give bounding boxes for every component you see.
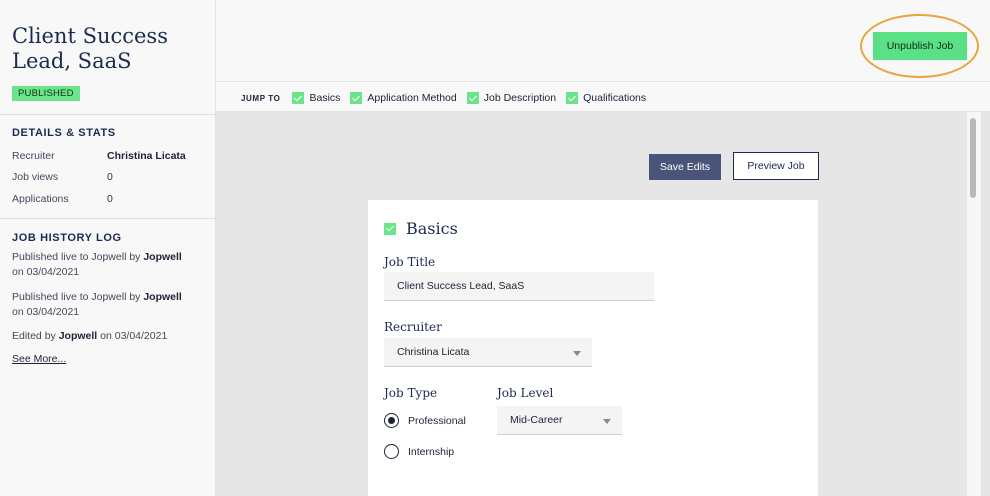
history-entry: Published live to Jopwell by Jopwell on 0… <box>12 291 182 318</box>
section-title: Basics <box>406 219 458 238</box>
recruiter-select[interactable]: Christina Licata <box>384 338 592 367</box>
check-icon <box>466 92 479 104</box>
preview-job-button[interactable]: Preview Job <box>733 152 819 180</box>
basics-card: Basics Job Title Recruiter Christina Lic… <box>368 200 818 496</box>
divider <box>0 114 216 115</box>
job-title-input[interactable] <box>384 272 654 301</box>
check-icon <box>384 222 396 235</box>
radio-unchecked-icon <box>384 444 399 459</box>
section-heading: Basics <box>384 219 458 238</box>
chevron-down-icon <box>603 419 611 424</box>
stat-value: 0 <box>107 193 113 205</box>
radio-internship[interactable]: Internship <box>384 444 454 459</box>
unpublish-job-button[interactable]: Unpublish Job <box>873 32 967 60</box>
stat-label: Applications <box>12 193 69 205</box>
history-entry: Edited by Jopwell on 03/04/2021 <box>12 330 168 342</box>
top-bar: Unpublish Job JUMP TO Basics Application… <box>216 0 990 112</box>
check-icon <box>292 92 305 104</box>
divider <box>216 81 990 82</box>
radio-professional[interactable]: Professional <box>384 413 466 428</box>
history-heading: JOB HISTORY LOG <box>12 232 122 244</box>
stat-value: 0 <box>107 171 113 183</box>
stat-label: Recruiter <box>12 150 55 162</box>
save-edits-button[interactable]: Save Edits <box>649 154 721 180</box>
history-entry: Published live to Jopwell by Jopwell on 0… <box>12 251 182 278</box>
check-icon <box>566 92 579 104</box>
job-level-value: Mid-Career <box>510 414 563 426</box>
job-title: Client Success Lead, SaaS <box>12 24 168 73</box>
recruiter-label: Recruiter <box>384 320 442 334</box>
jump-to-nav: JUMP TO Basics Application Method Job De… <box>241 91 656 105</box>
jump-link-job-description[interactable]: Job Description <box>466 92 556 104</box>
chevron-down-icon <box>573 351 581 356</box>
job-title-label: Job Title <box>384 255 436 269</box>
job-level-select[interactable]: Mid-Career <box>497 406 622 435</box>
job-type-label: Job Type <box>384 386 438 400</box>
jump-to-label: JUMP TO <box>241 93 281 103</box>
details-heading: DETAILS & STATS <box>12 127 116 139</box>
status-badge: PUBLISHED <box>12 86 80 101</box>
divider <box>0 218 216 219</box>
stat-row-recruiter: Recruiter Christina Licata <box>12 150 212 166</box>
jump-link-application-method[interactable]: Application Method <box>350 92 457 104</box>
job-level-label: Job Level <box>497 386 554 400</box>
stat-row-applications: Applications 0 <box>12 193 212 209</box>
radio-checked-icon <box>384 413 399 428</box>
jump-link-qualifications[interactable]: Qualifications <box>566 92 646 104</box>
recruiter-value: Christina Licata <box>397 346 470 358</box>
stat-label: Job views <box>12 171 59 183</box>
scrollbar-thumb[interactable] <box>970 118 976 198</box>
check-icon <box>350 92 363 104</box>
sidebar: Client Success Lead, SaaS PUBLISHED DETA… <box>0 0 216 496</box>
stat-value: Christina Licata <box>107 150 186 162</box>
jump-link-basics[interactable]: Basics <box>292 92 340 104</box>
see-more-link[interactable]: See More... <box>12 353 66 365</box>
stat-row-job-views: Job views 0 <box>12 171 212 187</box>
